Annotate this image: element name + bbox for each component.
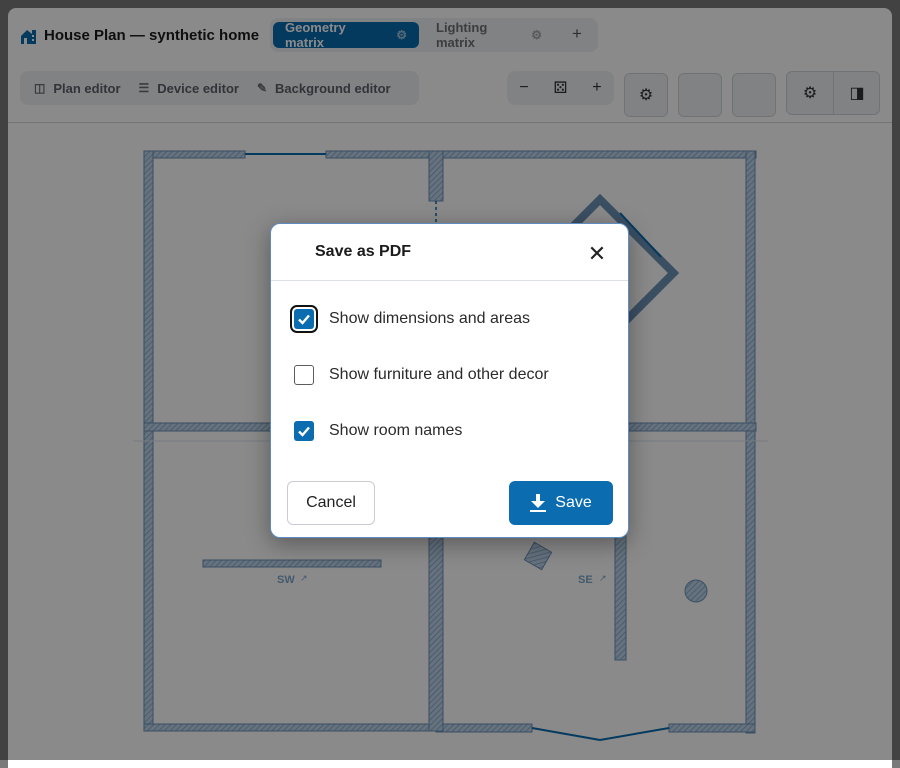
option-furniture-decor[interactable]: Show furniture and other decor bbox=[294, 363, 549, 387]
option-label: Show furniture and other decor bbox=[329, 366, 549, 383]
option-label: Show dimensions and areas bbox=[329, 310, 531, 327]
save-pdf-dialog: Save as PDF ✕ Show dimensions and areas … bbox=[270, 223, 629, 538]
option-room-names[interactable]: Show room names bbox=[294, 419, 462, 443]
check-icon bbox=[298, 314, 310, 325]
save-button[interactable]: Save bbox=[509, 481, 613, 525]
checkbox-unchecked[interactable] bbox=[294, 365, 314, 385]
save-label: Save bbox=[555, 494, 592, 511]
dialog-title: Save as PDF bbox=[315, 243, 412, 260]
option-dimensions-areas[interactable]: Show dimensions and areas bbox=[290, 305, 531, 333]
checkbox-checked[interactable] bbox=[290, 305, 318, 333]
close-icon[interactable]: ✕ bbox=[583, 240, 611, 268]
download-icon bbox=[530, 494, 547, 512]
checkbox-checked[interactable] bbox=[294, 421, 314, 441]
option-label: Show room names bbox=[329, 422, 463, 439]
check-icon bbox=[298, 426, 310, 437]
divider bbox=[271, 280, 628, 281]
cancel-button[interactable]: Cancel bbox=[287, 481, 375, 525]
